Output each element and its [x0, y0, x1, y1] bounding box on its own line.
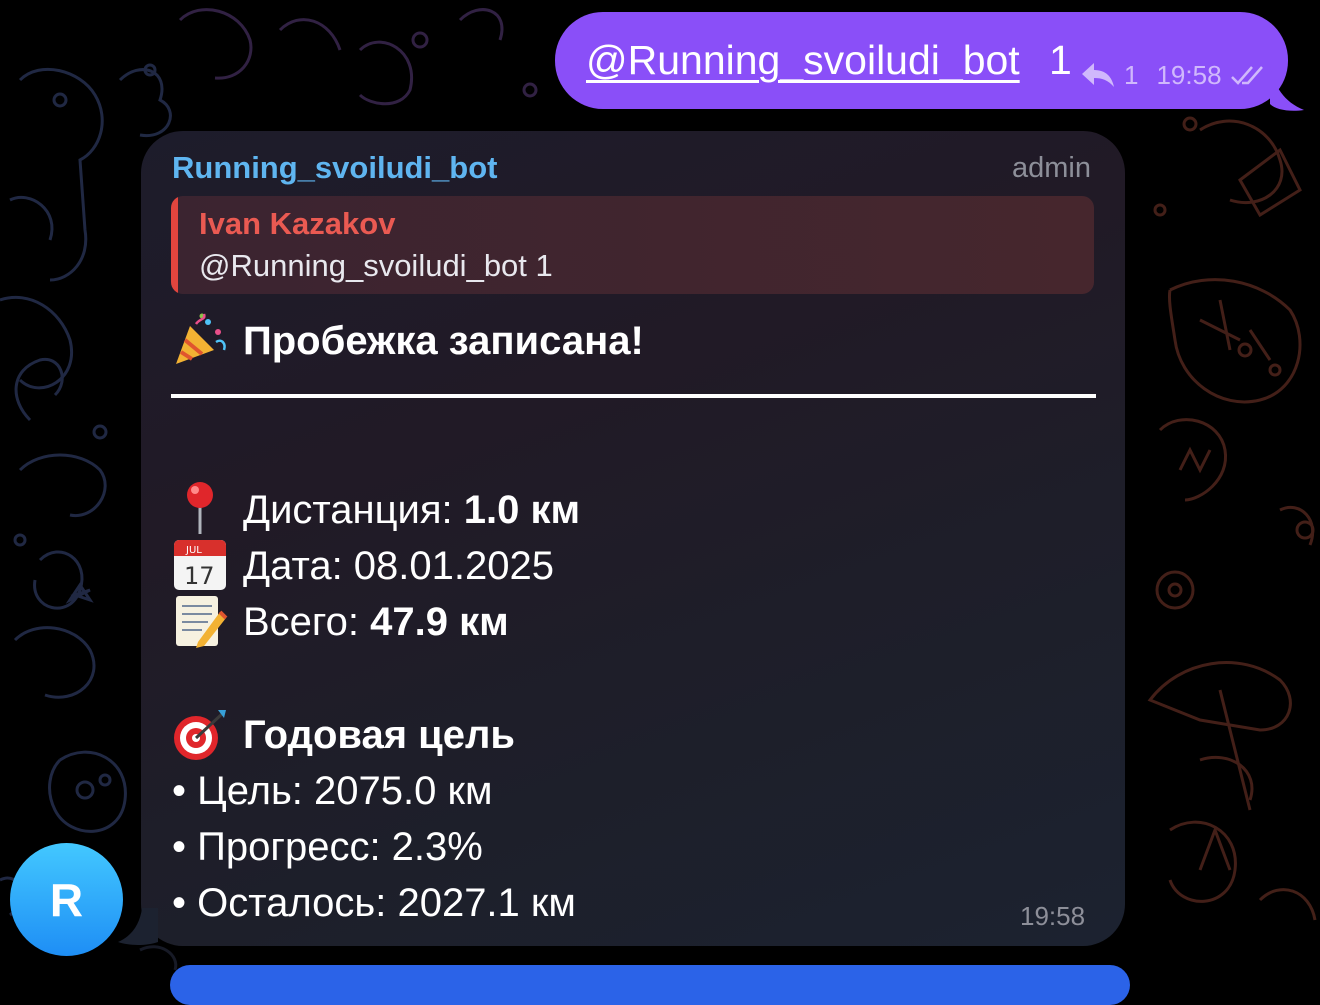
- next-message-bubble-edge: [170, 965, 1130, 1005]
- total-value: 47.9 км: [370, 600, 509, 644]
- total-row: Всего: 47.9 км: [243, 598, 509, 646]
- outgoing-mention-link[interactable]: @Running_svoiludi_bot: [586, 36, 1020, 84]
- date-row: Дата: 08.01.2025: [243, 544, 554, 588]
- calendar-month: JUL: [185, 545, 202, 556]
- reply-icon[interactable]: [1080, 61, 1116, 89]
- sender-role-badge: admin: [1012, 152, 1091, 184]
- message-headline: Пробежка записана!: [243, 319, 644, 363]
- total-label: Всего:: [243, 600, 371, 644]
- incoming-bubble-tail: [118, 908, 158, 945]
- goal-item-progress: • Прогресс: 2.3%: [172, 825, 483, 869]
- dart-target-icon: [174, 710, 226, 760]
- party-popper-icon: [176, 313, 226, 364]
- distance-label: Дистанция:: [243, 488, 464, 532]
- sender-avatar[interactable]: R: [10, 843, 123, 956]
- reply-quote-accent-bar: [171, 196, 178, 294]
- goal-item-target: • Цель: 2075.0 км: [172, 769, 493, 813]
- reply-quote-author: Ivan Kazakov: [199, 206, 396, 241]
- goal-title: Годовая цель: [243, 713, 516, 757]
- incoming-timestamp: 19:58: [1020, 901, 1086, 931]
- calendar-day: 17: [184, 562, 215, 590]
- memo-icon: [176, 596, 228, 648]
- reply-count: 1: [1124, 59, 1139, 90]
- calendar-icon: JUL 17: [174, 540, 226, 590]
- outgoing-message-meta: 1 19:58: [1080, 58, 1266, 92]
- outgoing-timestamp: 19:58: [1156, 59, 1222, 90]
- outgoing-bubble-tail: [1270, 66, 1304, 111]
- distance-row: Дистанция: 1.0 км: [243, 486, 580, 534]
- pushpin-icon: [187, 482, 213, 534]
- goal-item-remaining: • Осталось: 2027.1 км: [172, 881, 576, 925]
- sender-name[interactable]: Running_svoiludi_bot: [172, 148, 498, 188]
- reply-quote-text: @Running_svoiludi_bot 1: [199, 248, 553, 283]
- message-divider: [171, 394, 1096, 398]
- outgoing-message-count: 1: [1049, 37, 1072, 83]
- double-check-icon: [1230, 66, 1263, 85]
- reply-quote[interactable]: Ivan Kazakov @Running_svoiludi_bot 1: [171, 196, 1094, 294]
- distance-value: 1.0 км: [463, 488, 581, 532]
- avatar-letter: R: [49, 873, 84, 926]
